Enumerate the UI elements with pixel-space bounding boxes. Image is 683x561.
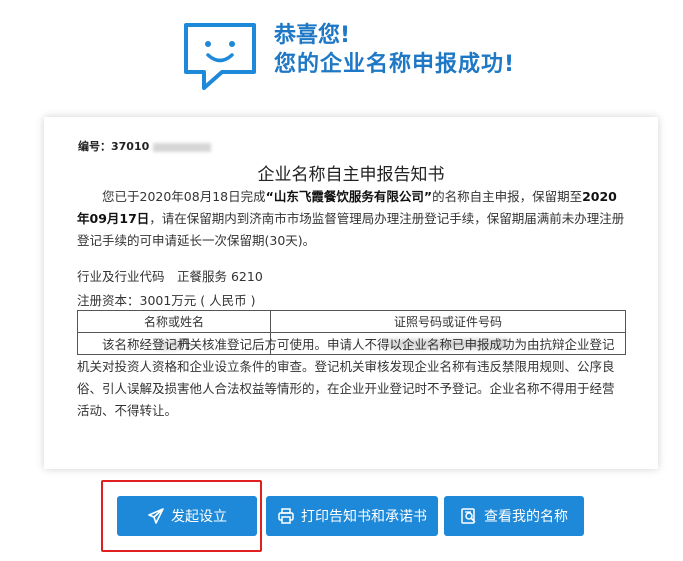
header-id-number: 证照号码或证件号码 (270, 310, 626, 333)
search-document-icon (461, 508, 476, 524)
redacted-serial (153, 142, 212, 152)
printer-icon (278, 508, 294, 524)
chat-bubble-smile-icon (184, 23, 256, 90)
view-my-name-button[interactable]: 查看我的名称 (444, 496, 584, 536)
serial-number: 编号：37010 (78, 138, 212, 154)
print-notice-label: 打印告知书和承诺书 (301, 509, 427, 525)
headline-success-message: 您的企业名称申报成功! (274, 52, 516, 77)
success-headline: 恭喜您! 您的企业名称申报成功! (274, 22, 515, 80)
serial-label: 编号：37010 (78, 140, 150, 153)
table-header-row: 名称或姓名 证照号码或证件号码 (77, 310, 626, 333)
print-notice-button[interactable]: 打印告知书和承诺书 (266, 496, 438, 536)
success-header: 恭喜您! 您的企业名称申报成功! (0, 0, 683, 110)
view-my-name-label: 查看我的名称 (484, 509, 568, 525)
industry-code: 行业及行业代码 正餐服务 6210 (77, 269, 263, 284)
headline-congrats: 恭喜您! (274, 23, 351, 48)
company-name: “山东飞霞餐饮服务有限公司” (265, 189, 433, 204)
highlight-box (101, 480, 262, 552)
header-name: 名称或姓名 (77, 310, 271, 333)
notice-paragraph-2: 该名称经登记机关核准登记后方可使用。申请人不得以企业名称已申报成功为由抗辩企业登… (77, 337, 615, 418)
notice-title: 企业名称自主申报告知书 (257, 165, 445, 185)
registered-capital: 注册资本：3001万元 ( 人民币 ) (77, 293, 256, 308)
notice-paragraph-1: 您已于2020年08月18日完成“山东飞霞餐饮服务有限公司”的名称自主申报，保留… (77, 189, 625, 248)
notice-card: 编号：37010 企业名称自主申报告知书 您已于2020年08月18日完成“山东… (44, 117, 658, 469)
